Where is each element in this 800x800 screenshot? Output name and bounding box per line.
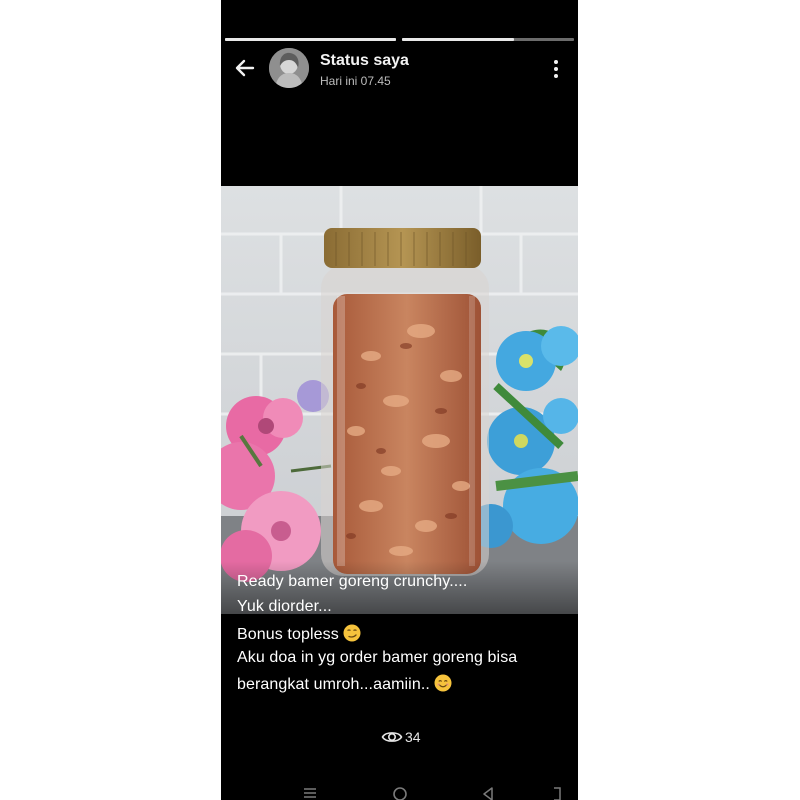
progress-segment-2	[402, 38, 574, 41]
caption-line-4: Aku doa in yg order bamer goreng bisa	[237, 649, 518, 666]
caption-line-1: Ready bamer goreng crunchy....	[237, 573, 468, 590]
nav-back-icon[interactable]	[481, 786, 495, 800]
bracket-icon[interactable]	[551, 786, 563, 800]
back-arrow-icon[interactable]	[231, 54, 259, 82]
caption-line-5-text: berangkat umroh...aamiin..	[237, 676, 430, 693]
status-timestamp: Hari ini 07.45	[320, 74, 391, 88]
avatar[interactable]	[269, 48, 309, 88]
eye-icon	[381, 732, 403, 742]
home-icon[interactable]	[392, 786, 408, 800]
caption-line-3-text: Bonus topless	[237, 626, 339, 643]
views-counter[interactable]: 34	[381, 727, 421, 747]
progress-segment-1	[225, 38, 396, 41]
progress-fill-1	[225, 38, 396, 41]
more-vert-icon[interactable]	[548, 58, 564, 80]
progress-fill-2	[402, 38, 514, 41]
status-photo	[221, 186, 578, 614]
caption-line-5: berangkat umroh...aamiin..	[237, 674, 452, 694]
caption-line-3: Bonus topless	[237, 624, 361, 644]
status-title: Status saya	[320, 52, 409, 69]
recent-apps-icon[interactable]	[303, 786, 317, 800]
caption-line-2: Yuk diorder...	[237, 598, 332, 615]
smirk-emoji-icon	[343, 624, 361, 642]
smile-emoji-icon	[434, 674, 452, 692]
avatar-photo	[269, 48, 309, 88]
status-viewer: Status saya Hari ini 07.45 Ready bamer g…	[221, 0, 578, 800]
views-count: 34	[405, 729, 421, 745]
